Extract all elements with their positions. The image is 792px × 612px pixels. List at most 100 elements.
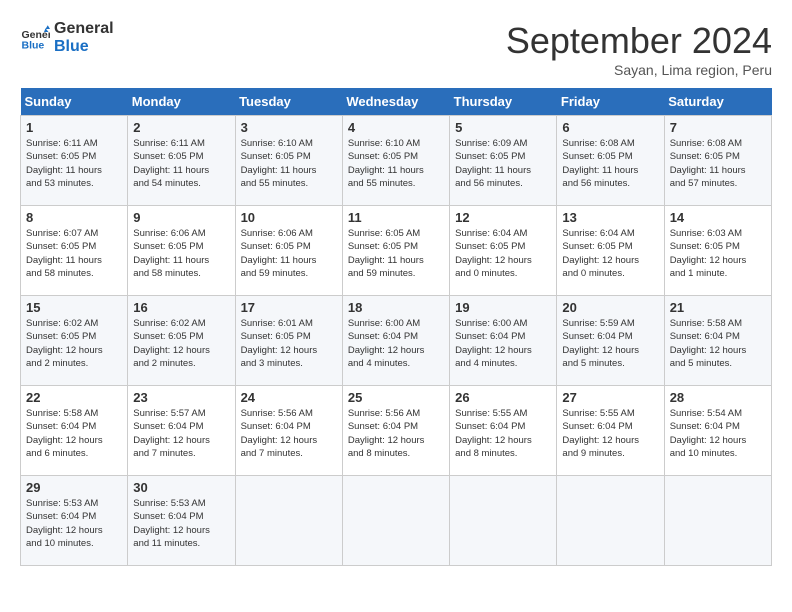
day-info: Sunrise: 6:02 AM Sunset: 6:05 PM Dayligh… [133, 317, 229, 370]
day-info: Sunrise: 6:11 AM Sunset: 6:05 PM Dayligh… [133, 137, 229, 190]
calendar-cell: 29 Sunrise: 5:53 AM Sunset: 6:04 PM Dayli… [21, 476, 128, 566]
calendar-week-4: 22 Sunrise: 5:58 AM Sunset: 6:04 PM Dayli… [21, 386, 772, 476]
calendar-cell: 18 Sunrise: 6:00 AM Sunset: 6:04 PM Dayli… [342, 296, 449, 386]
day-info: Sunrise: 5:53 AM Sunset: 6:04 PM Dayligh… [133, 497, 229, 550]
calendar-cell [235, 476, 342, 566]
calendar-cell: 26 Sunrise: 5:55 AM Sunset: 6:04 PM Dayli… [450, 386, 557, 476]
day-number: 15 [26, 300, 122, 315]
calendar-cell: 10 Sunrise: 6:06 AM Sunset: 6:05 PM Dayli… [235, 206, 342, 296]
day-number: 14 [670, 210, 766, 225]
day-number: 10 [241, 210, 337, 225]
col-header-tuesday: Tuesday [235, 88, 342, 116]
col-header-wednesday: Wednesday [342, 88, 449, 116]
day-info: Sunrise: 6:02 AM Sunset: 6:05 PM Dayligh… [26, 317, 122, 370]
logo-line1: General [54, 20, 114, 38]
day-number: 30 [133, 480, 229, 495]
day-info: Sunrise: 5:57 AM Sunset: 6:04 PM Dayligh… [133, 407, 229, 460]
calendar-cell [664, 476, 771, 566]
day-number: 17 [241, 300, 337, 315]
day-info: Sunrise: 6:06 AM Sunset: 6:05 PM Dayligh… [241, 227, 337, 280]
day-info: Sunrise: 6:00 AM Sunset: 6:04 PM Dayligh… [455, 317, 551, 370]
day-number: 16 [133, 300, 229, 315]
day-number: 22 [26, 390, 122, 405]
logo-line2: Blue [54, 38, 114, 56]
calendar-cell [557, 476, 664, 566]
day-info: Sunrise: 6:03 AM Sunset: 6:05 PM Dayligh… [670, 227, 766, 280]
day-number: 4 [348, 120, 444, 135]
day-number: 24 [241, 390, 337, 405]
day-info: Sunrise: 5:53 AM Sunset: 6:04 PM Dayligh… [26, 497, 122, 550]
calendar-cell: 30 Sunrise: 5:53 AM Sunset: 6:04 PM Dayli… [128, 476, 235, 566]
calendar-body: 1 Sunrise: 6:11 AM Sunset: 6:05 PM Daylig… [21, 116, 772, 566]
day-info: Sunrise: 5:58 AM Sunset: 6:04 PM Dayligh… [26, 407, 122, 460]
calendar-cell: 23 Sunrise: 5:57 AM Sunset: 6:04 PM Dayli… [128, 386, 235, 476]
day-info: Sunrise: 5:55 AM Sunset: 6:04 PM Dayligh… [455, 407, 551, 460]
day-info: Sunrise: 5:56 AM Sunset: 6:04 PM Dayligh… [241, 407, 337, 460]
calendar-cell [450, 476, 557, 566]
col-header-sunday: Sunday [21, 88, 128, 116]
logo: General Blue General Blue [20, 20, 114, 55]
day-number: 27 [562, 390, 658, 405]
calendar-cell: 17 Sunrise: 6:01 AM Sunset: 6:05 PM Dayli… [235, 296, 342, 386]
day-info: Sunrise: 6:05 AM Sunset: 6:05 PM Dayligh… [348, 227, 444, 280]
day-number: 23 [133, 390, 229, 405]
col-header-saturday: Saturday [664, 88, 771, 116]
calendar-cell: 3 Sunrise: 6:10 AM Sunset: 6:05 PM Daylig… [235, 116, 342, 206]
calendar-cell: 15 Sunrise: 6:02 AM Sunset: 6:05 PM Dayli… [21, 296, 128, 386]
calendar-cell: 2 Sunrise: 6:11 AM Sunset: 6:05 PM Daylig… [128, 116, 235, 206]
calendar-cell: 7Sunrise: 6:08 AM Sunset: 6:05 PM Daylig… [664, 116, 771, 206]
col-header-monday: Monday [128, 88, 235, 116]
location-subtitle: Sayan, Lima region, Peru [506, 62, 772, 78]
calendar-cell: 14 Sunrise: 6:03 AM Sunset: 6:05 PM Dayli… [664, 206, 771, 296]
calendar-cell: 24 Sunrise: 5:56 AM Sunset: 6:04 PM Dayli… [235, 386, 342, 476]
calendar-cell: 25 Sunrise: 5:56 AM Sunset: 6:04 PM Dayli… [342, 386, 449, 476]
calendar-cell: 13 Sunrise: 6:04 AM Sunset: 6:05 PM Dayli… [557, 206, 664, 296]
day-info: Sunrise: 5:55 AM Sunset: 6:04 PM Dayligh… [562, 407, 658, 460]
day-info: Sunrise: 6:09 AM Sunset: 6:05 PM Dayligh… [455, 137, 551, 190]
day-info: Sunrise: 6:08 AM Sunset: 6:05 PM Dayligh… [562, 137, 658, 190]
calendar-cell [342, 476, 449, 566]
day-info: Sunrise: 6:06 AM Sunset: 6:05 PM Dayligh… [133, 227, 229, 280]
day-number: 13 [562, 210, 658, 225]
day-number: 1 [26, 120, 122, 135]
col-header-friday: Friday [557, 88, 664, 116]
day-number: 29 [26, 480, 122, 495]
calendar-cell: 19 Sunrise: 6:00 AM Sunset: 6:04 PM Dayli… [450, 296, 557, 386]
calendar-cell: 20Sunrise: 5:59 AM Sunset: 6:04 PM Dayli… [557, 296, 664, 386]
day-info: Sunrise: 6:10 AM Sunset: 6:05 PM Dayligh… [241, 137, 337, 190]
day-number: 11 [348, 210, 444, 225]
day-info: Sunrise: 6:04 AM Sunset: 6:05 PM Dayligh… [562, 227, 658, 280]
calendar-cell: 22 Sunrise: 5:58 AM Sunset: 6:04 PM Dayli… [21, 386, 128, 476]
day-info: Sunrise: 6:10 AM Sunset: 6:05 PM Dayligh… [348, 137, 444, 190]
day-number: 2 [133, 120, 229, 135]
calendar-cell: 12Sunrise: 6:04 AM Sunset: 6:05 PM Dayli… [450, 206, 557, 296]
calendar-cell: 21Sunrise: 5:58 AM Sunset: 6:04 PM Dayli… [664, 296, 771, 386]
day-info: Sunrise: 6:01 AM Sunset: 6:05 PM Dayligh… [241, 317, 337, 370]
calendar-week-5: 29 Sunrise: 5:53 AM Sunset: 6:04 PM Dayli… [21, 476, 772, 566]
day-number: 9 [133, 210, 229, 225]
day-info: Sunrise: 5:54 AM Sunset: 6:04 PM Dayligh… [670, 407, 766, 460]
calendar-cell: 28 Sunrise: 5:54 AM Sunset: 6:04 PM Dayli… [664, 386, 771, 476]
calendar-table: SundayMondayTuesdayWednesdayThursdayFrid… [20, 88, 772, 566]
day-number: 26 [455, 390, 551, 405]
calendar-cell: 6 Sunrise: 6:08 AM Sunset: 6:05 PM Daylig… [557, 116, 664, 206]
day-number: 25 [348, 390, 444, 405]
day-number: 6 [562, 120, 658, 135]
day-info: Sunrise: 6:08 AM Sunset: 6:05 PM Dayligh… [670, 137, 766, 190]
calendar-cell: 1Sunrise: 6:11 AM Sunset: 6:05 PM Daylig… [21, 116, 128, 206]
logo-icon: General Blue [20, 23, 50, 53]
calendar-cell: 27 Sunrise: 5:55 AM Sunset: 6:04 PM Dayli… [557, 386, 664, 476]
page-header: General Blue General Blue September 2024… [20, 20, 772, 78]
day-info: Sunrise: 5:56 AM Sunset: 6:04 PM Dayligh… [348, 407, 444, 460]
day-number: 8 [26, 210, 122, 225]
calendar-header-row: SundayMondayTuesdayWednesdayThursdayFrid… [21, 88, 772, 116]
calendar-week-3: 15 Sunrise: 6:02 AM Sunset: 6:05 PM Dayli… [21, 296, 772, 386]
day-info: Sunrise: 6:07 AM Sunset: 6:05 PM Dayligh… [26, 227, 122, 280]
day-number: 19 [455, 300, 551, 315]
day-number: 3 [241, 120, 337, 135]
day-number: 28 [670, 390, 766, 405]
day-info: Sunrise: 6:00 AM Sunset: 6:04 PM Dayligh… [348, 317, 444, 370]
day-number: 12 [455, 210, 551, 225]
svg-text:Blue: Blue [22, 39, 45, 51]
day-number: 18 [348, 300, 444, 315]
